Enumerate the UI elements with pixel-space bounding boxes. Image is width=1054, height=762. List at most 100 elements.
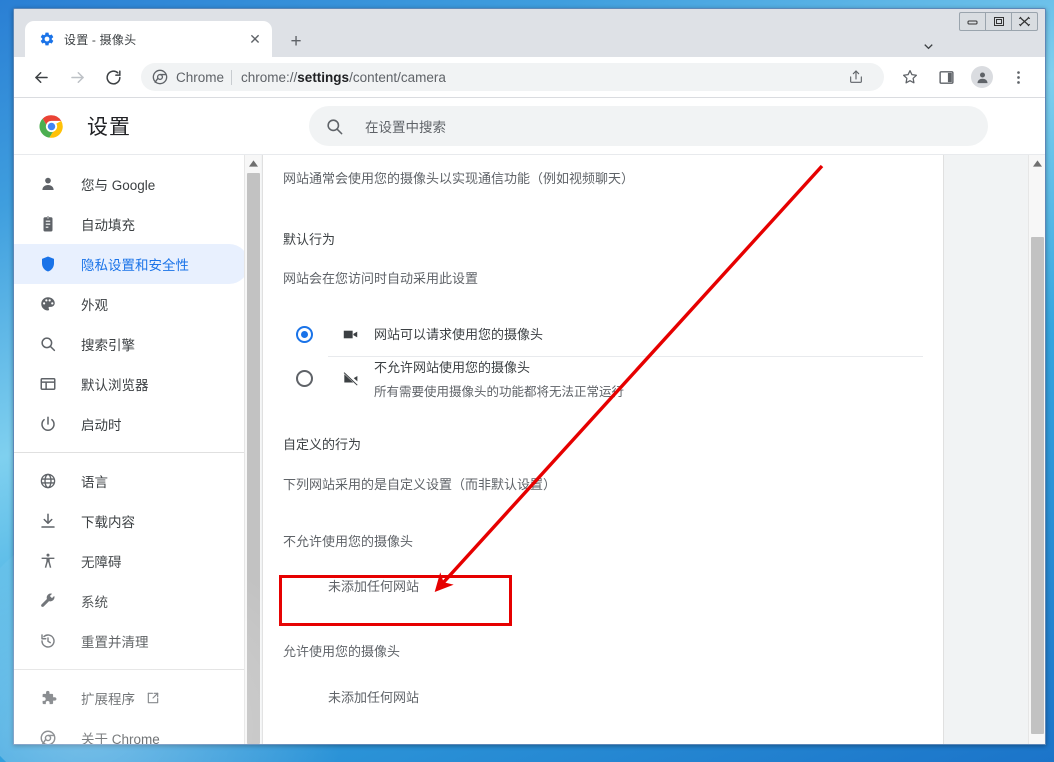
sidebar-item-label: 自动填充 [81,218,135,233]
close-button[interactable] [1011,12,1038,31]
tab-title: 设置 - 摄像头 [64,32,137,47]
back-icon[interactable] [27,63,55,91]
main-scroll-thumb[interactable] [1031,237,1044,734]
desktop-background: 设置 - 摄像头 ✕ + Chrome chrome://settings/co… [0,0,1054,762]
video-camera-off-icon [340,369,360,389]
new-tab-button[interactable]: + [282,27,310,55]
sidebar-item-label: 启动时 [81,418,122,433]
sidebar-item-on-startup[interactable]: 启动时 [14,404,249,444]
address-bar[interactable]: Chrome chrome://settings/content/camera [141,63,884,91]
custom-behavior-subtitle: 下列网站采用的是自定义设置（而非默认设置） [283,477,557,492]
scroll-up-arrow-icon[interactable] [1029,155,1045,172]
sidebar-item-search-engine[interactable]: 搜索引擎 [14,324,249,364]
search-placeholder: 在设置中搜索 [365,120,446,135]
side-panel-icon[interactable] [932,63,960,91]
wrench-icon [38,591,58,611]
power-icon [38,414,58,434]
sidebar-item-label: 隐私设置和安全性 [81,258,189,273]
custom-behavior-title: 自定义的行为 [283,437,362,452]
sidebar-item-label: 扩展程序 [81,692,135,707]
main-scrollbar[interactable] [1028,155,1045,744]
tab-strip: 设置 - 摄像头 ✕ + [14,9,1045,57]
external-link-icon [146,691,160,705]
download-icon [38,511,58,531]
radio-option-label: 网站可以请求使用您的摄像头 [374,327,544,342]
puzzle-icon [38,688,58,708]
url-suffix: /content/camera [349,69,446,85]
sidebar-item-label: 重置并清理 [81,635,149,650]
browser-tab[interactable]: 设置 - 摄像头 ✕ [25,21,272,57]
sidebar-item-label: 默认浏览器 [81,378,149,393]
settings-header: 设置 在设置中搜索 [14,98,1045,154]
palette-icon [38,294,58,314]
sidebar-item-languages[interactable]: 语言 [14,461,249,501]
sidebar-divider [14,669,261,670]
sidebar-item-label: 系统 [81,595,108,610]
omnibox-url[interactable]: chrome://settings/content/camera [241,70,838,85]
sidebar-divider [14,452,261,453]
scroll-up-arrow-icon[interactable] [245,155,261,172]
maximize-button[interactable] [985,12,1012,31]
avatar-icon[interactable] [971,66,993,88]
sidebar-item-you-and-google[interactable]: 您与 Google [14,164,249,204]
three-dot-menu-icon[interactable] [1004,63,1032,91]
sidebar-item-about-chrome[interactable]: 关于 Chrome [14,718,249,744]
sidebar-item-label: 您与 Google [81,178,156,193]
radio-option-texts: 网站可以请求使用您的摄像头 [374,324,543,344]
minimize-button[interactable] [959,12,986,31]
share-icon[interactable] [842,63,870,91]
sidebar-item-downloads[interactable]: 下载内容 [14,501,249,541]
video-camera-icon [340,324,360,344]
chrome-shield-icon [152,69,168,85]
browser-toolbar: Chrome chrome://settings/content/camera [14,57,1045,98]
omnibox-scheme-label: Chrome [176,69,225,85]
accessibility-icon [38,551,58,571]
radio-option-texts: 不允许网站使用您的摄像头 所有需要使用摄像头的功能都将无法正常运行 [374,357,624,400]
sidebar-item-label: 外观 [81,298,108,313]
sidebar-item-autofill[interactable]: 自动填充 [14,204,249,244]
settings-main-panel: 网站通常会使用您的摄像头以实现通信功能（例如视频聊天） 默认行为 网站会在您访问… [261,155,1045,744]
close-icon[interactable]: ✕ [244,28,266,50]
search-icon [38,334,58,354]
sidebar-item-label: 搜索引擎 [81,338,135,353]
sidebar-item-label: 下载内容 [81,515,135,530]
shield-icon [38,254,58,274]
chrome-outline-icon [38,728,58,744]
allow-list-empty-text: 未添加任何网站 [328,690,420,705]
radio-option-label: 不允许网站使用您的摄像头 [374,360,531,375]
sidebar-item-default-browser[interactable]: 默认浏览器 [14,364,249,404]
sidebar-item-privacy-and-security[interactable]: 隐私设置和安全性 [14,244,249,284]
sidebar-item-reset-and-cleanup[interactable]: 重置并清理 [14,621,249,661]
clipboard-icon [38,214,58,234]
allow-list-title: 允许使用您的摄像头 [283,644,401,659]
radio-option-sublabel: 所有需要使用摄像头的功能都将无法正常运行 [374,385,625,399]
browser-icon [38,374,58,394]
chevron-down-icon[interactable] [916,36,940,56]
settings-search-input[interactable]: 在设置中搜索 [309,106,988,146]
sidebar-item-appearance[interactable]: 外观 [14,284,249,324]
radio-option-allow-camera[interactable]: 网站可以请求使用您的摄像头 [283,312,923,356]
window-caption-buttons [959,12,1038,31]
default-behavior-title: 默认行为 [283,232,336,247]
forward-icon [63,63,91,91]
sidebar-item-accessibility[interactable]: 无障碍 [14,541,249,581]
settings-sidebar: 您与 Google 自动填充 隐私设置和安全性 外观 搜索引擎 默认浏览器 启动… [14,155,261,744]
omnibox-divider [231,69,233,85]
radio-button-selected[interactable] [296,325,313,343]
search-icon [325,117,344,136]
person-icon [38,174,58,194]
radio-option-block-camera[interactable]: 不允许网站使用您的摄像头 所有需要使用摄像头的功能都将无法正常运行 [296,356,923,400]
sidebar-scroll-thumb[interactable] [247,173,260,744]
camera-description: 网站通常会使用您的摄像头以实现通信功能（例如视频聊天） [283,171,635,186]
radio-button-unselected[interactable] [296,370,313,387]
camera-settings-card: 网站通常会使用您的摄像头以实现通信功能（例如视频聊天） 默认行为 网站会在您访问… [262,155,944,744]
reload-icon[interactable] [99,63,127,91]
star-icon[interactable] [896,63,924,91]
block-list-title: 不允许使用您的摄像头 [283,534,414,549]
browser-window: 设置 - 摄像头 ✕ + Chrome chrome://settings/co… [13,8,1046,745]
sidebar-item-extensions[interactable]: 扩展程序 [14,678,249,718]
sidebar-item-label: 无障碍 [81,555,122,570]
chrome-logo-icon [38,113,65,140]
sidebar-scrollbar[interactable] [244,155,261,744]
sidebar-item-system[interactable]: 系统 [14,581,249,621]
